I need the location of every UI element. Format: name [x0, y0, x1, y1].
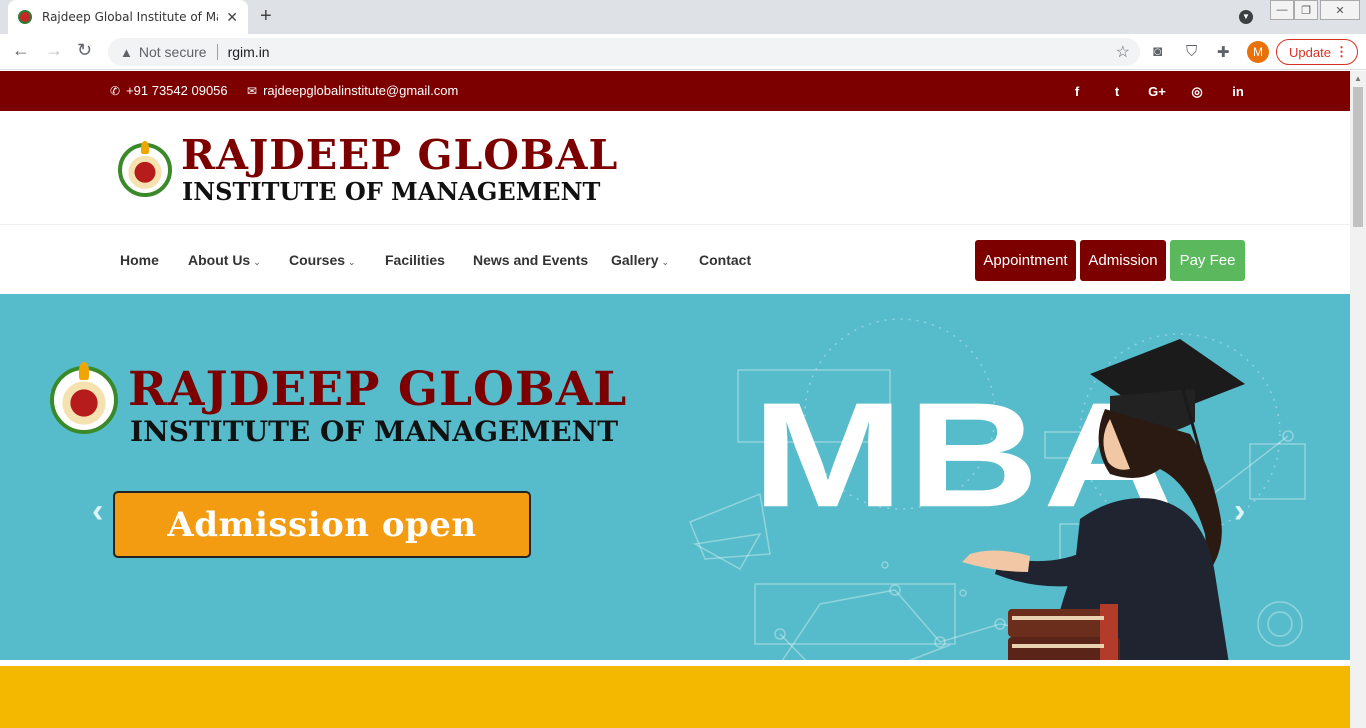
- google-plus-icon[interactable]: G+: [1147, 84, 1167, 99]
- hero-brand-name: RAJDEEP GLOBAL: [128, 362, 628, 417]
- hero-yellow-band: [0, 660, 1350, 728]
- nav-label: Gallery: [611, 252, 659, 268]
- brand-subtitle: INSTITUTE OF MANAGEMENT: [182, 177, 601, 206]
- tab-title: Rajdeep Global Institute of Mana: [42, 10, 218, 24]
- email-contact[interactable]: ✉ rajdeepglobalinstitute@gmail.com: [247, 83, 458, 98]
- nav-item-facilities[interactable]: Facilities: [385, 252, 445, 268]
- browser-tab[interactable]: Rajdeep Global Institute of Mana ✕: [8, 0, 248, 34]
- admission-button[interactable]: Admission: [1080, 240, 1166, 281]
- url-text[interactable]: rgim.in: [228, 44, 270, 60]
- hero-brand-subtitle: INSTITUTE OF MANAGEMENT: [130, 415, 619, 448]
- phone-icon: ✆: [110, 83, 121, 98]
- close-window-icon[interactable]: ✕: [1320, 0, 1360, 20]
- security-label[interactable]: Not secure: [139, 44, 207, 60]
- close-tab-icon[interactable]: ✕: [226, 9, 238, 26]
- institute-emblem-icon[interactable]: [118, 140, 172, 197]
- nav-label: About Us: [188, 252, 251, 268]
- profile-avatar[interactable]: M: [1247, 41, 1269, 63]
- bookmark-star-icon[interactable]: ☆: [1116, 42, 1130, 62]
- page-scrollbar[interactable]: ▲: [1350, 71, 1366, 728]
- warning-icon: ▲: [120, 44, 133, 60]
- linkedin-icon[interactable]: in: [1228, 84, 1248, 99]
- admission-open-banner[interactable]: Admission open: [113, 491, 531, 558]
- envelope-icon: ✉: [247, 83, 258, 98]
- scrollbar-thumb[interactable]: [1353, 87, 1363, 227]
- chevron-down-icon: ⌄: [253, 257, 261, 267]
- phone-number: +91 73542 09056: [126, 83, 228, 98]
- update-label: Update: [1289, 44, 1331, 60]
- nav-item-news-and-events[interactable]: News and Events: [473, 252, 588, 268]
- reload-icon[interactable]: ↻: [77, 40, 92, 61]
- chevron-down-icon: ⌄: [661, 257, 670, 267]
- pay-fee-button[interactable]: Pay Fee: [1170, 240, 1245, 281]
- nav-label: Facilities: [385, 252, 445, 268]
- forward-icon[interactable]: →: [45, 40, 63, 61]
- hero-carousel[interactable]: RAJDEEP GLOBAL INSTITUTE OF MANAGEMENT A…: [0, 294, 1350, 728]
- hero-emblem-icon: [50, 361, 118, 434]
- omnibox[interactable]: ▲ Not secure rgim.in ☆: [108, 38, 1140, 66]
- restore-icon[interactable]: ❐: [1294, 0, 1318, 20]
- puzzle-extensions-icon[interactable]: ✚: [1217, 43, 1230, 61]
- omnibox-separator: [216, 44, 218, 60]
- nav-label: Courses: [289, 252, 346, 268]
- menu-dots-icon: ⋮: [1335, 44, 1348, 59]
- nav-item-about-us[interactable]: About Us ⌄: [188, 252, 261, 268]
- twitter-icon[interactable]: t: [1107, 84, 1127, 99]
- brand-name[interactable]: RAJDEEP GLOBAL: [181, 131, 618, 179]
- camera-extension-icon[interactable]: ◙: [1153, 43, 1162, 60]
- scroll-up-icon[interactable]: ▲: [1354, 74, 1362, 83]
- nav-label: Contact: [699, 252, 752, 268]
- favicon-icon: [18, 10, 32, 24]
- email-address: rajdeepglobalinstitute@gmail.com: [263, 83, 459, 98]
- nav-label: News and Events: [473, 252, 589, 268]
- back-icon[interactable]: ←: [12, 40, 30, 61]
- nav-item-gallery[interactable]: Gallery ⌄: [611, 252, 669, 268]
- new-tab-button[interactable]: +: [260, 5, 272, 28]
- facebook-icon[interactable]: f: [1067, 84, 1087, 99]
- carousel-prev-icon[interactable]: ‹: [92, 492, 103, 531]
- nav-item-home[interactable]: Home: [120, 252, 159, 268]
- shield-extension-icon[interactable]: ⛉: [1186, 43, 1197, 60]
- minimize-icon[interactable]: —: [1270, 0, 1294, 20]
- nav-item-contact[interactable]: Contact: [699, 252, 751, 268]
- header-logo-band: RAJDEEP GLOBAL INSTITUTE OF MANAGEMENT: [0, 111, 1350, 224]
- instagram-icon[interactable]: ◎: [1187, 84, 1207, 100]
- phone-contact[interactable]: ✆ +91 73542 09056: [110, 83, 228, 98]
- address-bar: ← → ↻ ▲ Not secure rgim.in ☆ ◙ ⛉ ✚ M Upd…: [0, 34, 1366, 70]
- browser-tab-bar: Rajdeep Global Institute of Mana ✕ + ▼ —…: [0, 0, 1366, 34]
- main-navbar: Home About Us ⌄ Courses ⌄ Facilities News …: [0, 224, 1350, 294]
- nav-label: Home: [120, 252, 159, 268]
- carousel-next-icon[interactable]: ›: [1234, 492, 1245, 531]
- tab-search-icon[interactable]: ▼: [1239, 10, 1253, 24]
- chevron-down-icon: ⌄: [348, 257, 356, 267]
- update-button[interactable]: Update ⋮: [1276, 39, 1358, 65]
- nav-item-courses[interactable]: Courses ⌄: [289, 252, 356, 268]
- appointment-button[interactable]: Appointment: [975, 240, 1076, 281]
- contact-top-bar: ✆ +91 73542 09056 ✉ rajdeepglobalinstitu…: [0, 71, 1350, 111]
- page-viewport: ✆ +91 73542 09056 ✉ rajdeepglobalinstitu…: [0, 71, 1350, 728]
